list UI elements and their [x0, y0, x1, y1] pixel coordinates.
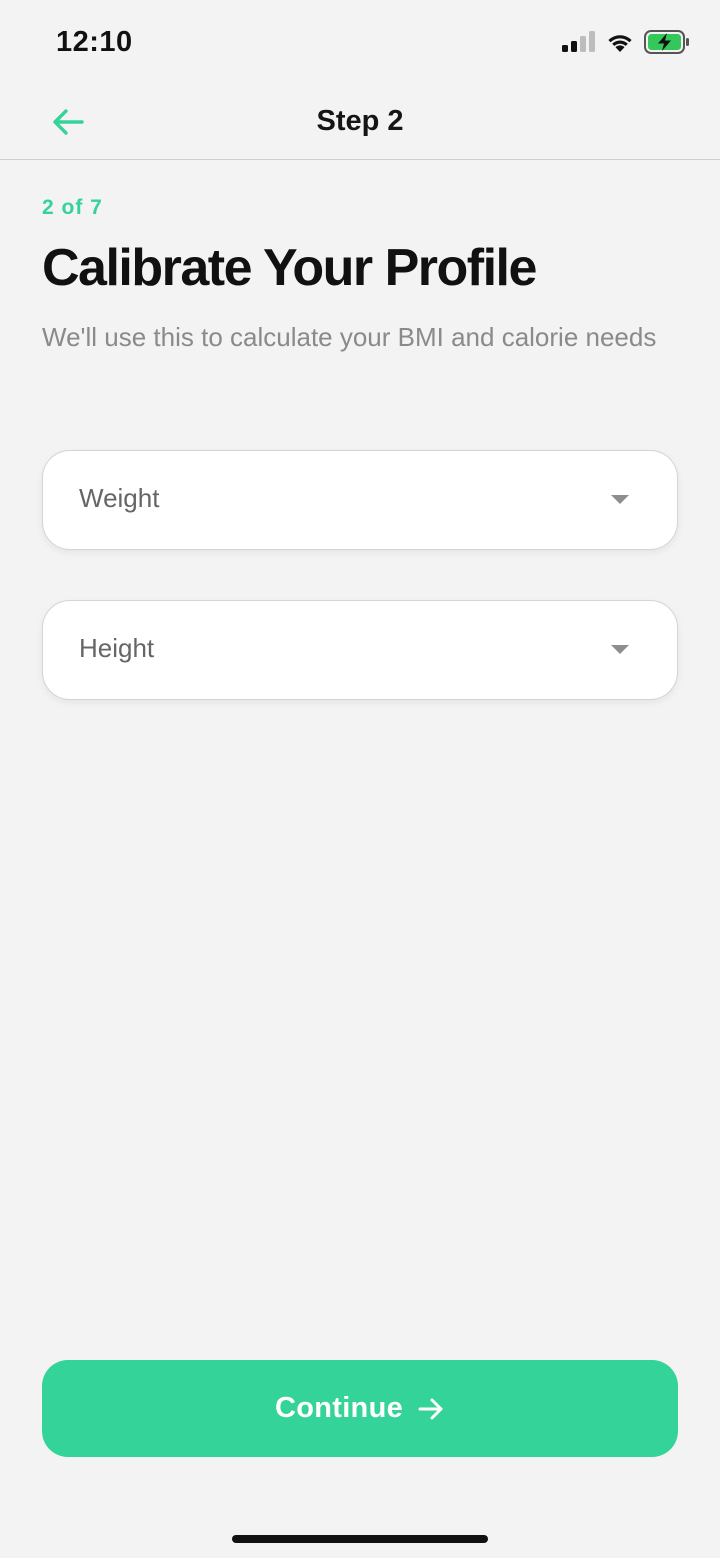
step-count: 2 of 7 — [42, 196, 103, 219]
wifi-icon — [608, 35, 632, 52]
cellular-signal-icon — [562, 31, 595, 52]
chevron-down-icon — [611, 495, 629, 504]
height-select[interactable]: Height — [42, 600, 678, 700]
screen: 12:10 Step 2 2 of 7 Calibrate Your Profi… — [0, 0, 720, 1558]
page-title: Calibrate Your Profile — [42, 239, 537, 297]
height-select-label: Height — [79, 633, 155, 663]
battery-charging-icon — [644, 30, 689, 54]
continue-button[interactable]: Continue — [42, 1360, 678, 1457]
continue-button-label: Continue — [274, 1392, 404, 1424]
home-indicator — [232, 1535, 488, 1543]
status-time: 12:10 — [56, 26, 133, 58]
weight-select[interactable]: Weight — [42, 450, 678, 550]
status-icons — [562, 30, 690, 54]
arrow-right-icon — [418, 1398, 443, 1419]
weight-select-label: Weight — [79, 483, 160, 513]
status-bar: 12:10 — [0, 0, 720, 88]
page-subtitle: We'll use this to calculate your BMI and… — [42, 322, 657, 352]
nav-header: Step 2 — [0, 88, 720, 160]
chevron-down-icon — [611, 645, 629, 654]
nav-title: Step 2 — [316, 105, 404, 137]
